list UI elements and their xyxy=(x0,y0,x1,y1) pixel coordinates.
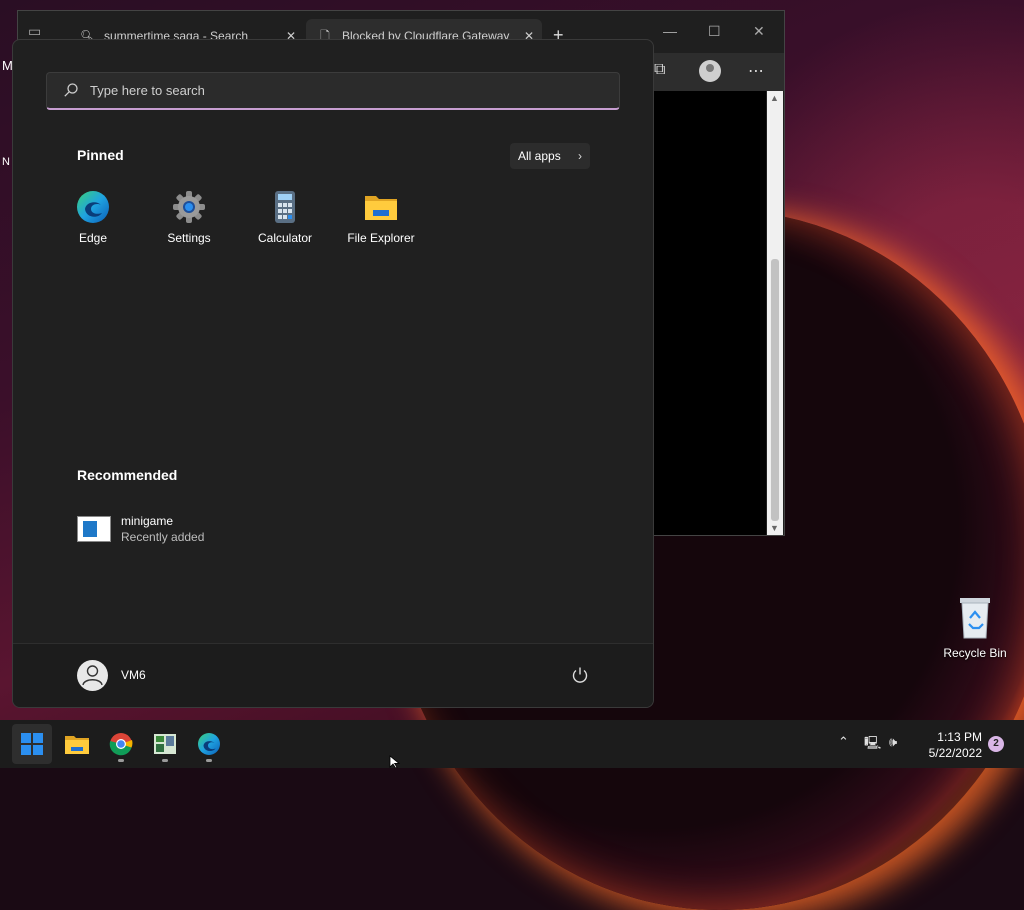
file-explorer-icon xyxy=(65,736,89,754)
start-button[interactable] xyxy=(12,724,52,764)
notification-badge[interactable]: 2 xyxy=(988,736,1004,752)
recommended-name: minigame xyxy=(121,514,174,528)
maximize-icon[interactable]: ☐ xyxy=(708,23,721,40)
minimize-icon[interactable]: — xyxy=(663,23,677,39)
windows-start-icon xyxy=(21,733,43,755)
taskbar: ⌃ 🖳︎ 🕪︎ 1:13 PM 5/22/2022 2 xyxy=(0,720,1024,768)
volume-icon[interactable]: 🕪︎ xyxy=(889,734,897,750)
edge-icon xyxy=(198,733,220,755)
power-icon[interactable] xyxy=(571,666,589,684)
search-icon xyxy=(64,83,78,97)
tab-actions-icon[interactable]: ▭ xyxy=(28,23,41,40)
mouse-cursor-icon xyxy=(389,755,401,768)
app-label: Calculator xyxy=(257,231,313,245)
folder-icon xyxy=(364,190,398,224)
pinned-app-file-explorer[interactable]: File Explorer xyxy=(333,190,429,245)
search-placeholder: Type here to search xyxy=(90,83,205,98)
taskbar-file-explorer[interactable] xyxy=(57,724,97,764)
pinned-app-edge[interactable]: Edge xyxy=(45,190,141,245)
search-input[interactable]: Type here to search xyxy=(46,72,620,110)
start-footer: VM6 xyxy=(13,643,653,707)
app-label: Settings xyxy=(167,231,211,245)
recycle-bin-label: Recycle Bin xyxy=(943,646,1007,660)
scrollbar[interactable]: ▲ ▼ xyxy=(767,91,783,535)
pinned-app-settings[interactable]: Settings xyxy=(141,190,237,245)
offscreen-text: N xyxy=(2,156,10,168)
clock-time: 1:13 PM xyxy=(937,730,982,744)
clock-date: 5/22/2022 xyxy=(928,746,982,760)
minigame-icon xyxy=(154,734,176,754)
clock[interactable]: 1:13 PM 5/22/2022 xyxy=(910,729,982,761)
taskbar-chrome[interactable] xyxy=(101,724,141,764)
running-indicator xyxy=(162,759,168,762)
profile-icon[interactable] xyxy=(699,60,721,82)
minigame-file-icon xyxy=(77,516,111,542)
chevron-right-icon: › xyxy=(578,149,582,163)
running-indicator xyxy=(206,759,212,762)
recycle-bin[interactable]: Recycle Bin xyxy=(940,596,1010,660)
show-hidden-icons[interactable]: ⌃ xyxy=(838,734,849,750)
scroll-thumb[interactable] xyxy=(771,259,779,521)
scroll-up-icon[interactable]: ▲ xyxy=(770,93,779,103)
pinned-title: Pinned xyxy=(77,147,124,163)
recommended-subtitle: Recently added xyxy=(121,530,205,544)
user-avatar[interactable] xyxy=(77,660,108,691)
scroll-down-icon[interactable]: ▼ xyxy=(770,523,779,533)
app-label: File Explorer xyxy=(347,231,415,245)
taskbar-edge[interactable] xyxy=(189,724,229,764)
network-icon[interactable]: 🖳︎ xyxy=(864,734,881,756)
page-content xyxy=(654,91,766,535)
all-apps-label: All apps xyxy=(518,149,561,163)
user-icon xyxy=(82,665,103,686)
more-options-icon[interactable]: ⋯ xyxy=(748,61,764,81)
pinned-app-calculator[interactable]: Calculator xyxy=(237,190,333,245)
recycle-bin-icon xyxy=(957,596,993,640)
running-indicator xyxy=(118,759,124,762)
all-apps-button[interactable]: All apps › xyxy=(510,143,590,169)
chrome-icon xyxy=(109,733,133,756)
collections-icon[interactable]: ⧉ xyxy=(654,61,665,79)
start-menu: Type here to search Pinned All apps › Ed… xyxy=(12,39,654,708)
calculator-icon xyxy=(268,190,302,224)
taskbar-minigame[interactable] xyxy=(145,724,185,764)
recommended-title: Recommended xyxy=(77,467,178,483)
user-name[interactable]: VM6 xyxy=(121,668,146,682)
app-label: Edge xyxy=(78,231,108,245)
edge-icon xyxy=(76,190,110,224)
settings-gear-icon xyxy=(172,190,206,224)
close-window-icon[interactable]: ✕ xyxy=(753,23,765,40)
